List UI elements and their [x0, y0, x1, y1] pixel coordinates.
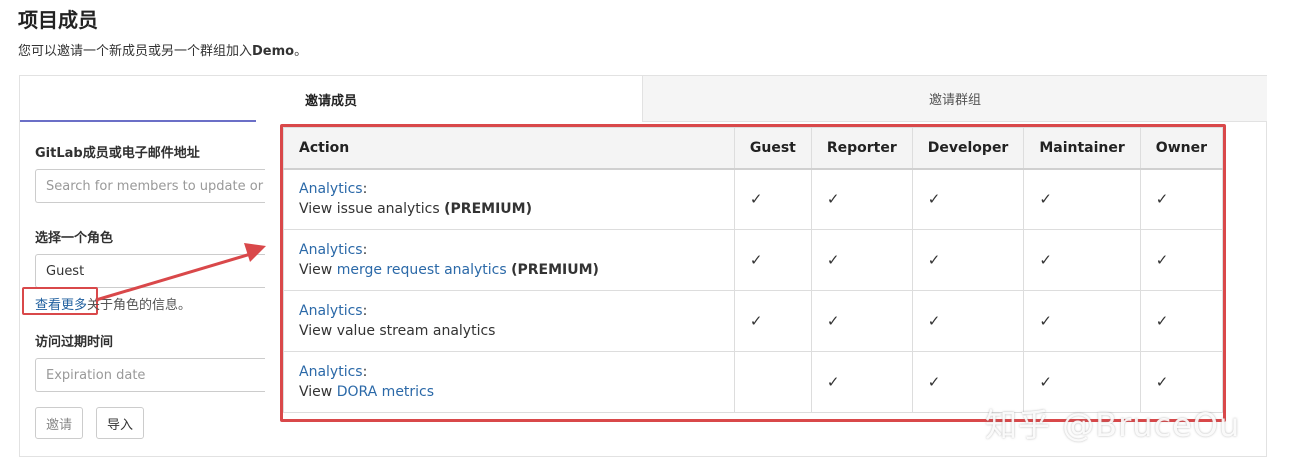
permission-cell: ✓ [911, 168, 1025, 230]
member-search-input[interactable]: Search for members to update or [35, 169, 265, 203]
page-title: 项目成员 [18, 8, 98, 32]
check-icon: ✓ [927, 373, 941, 391]
action-text: value stream analytics [336, 323, 496, 339]
header-reporter: Reporter [810, 127, 913, 170]
see-more-link[interactable]: 查看更多 [35, 298, 87, 313]
tier-badge: (PREMIUM) [444, 201, 532, 218]
check-icon: ✓ [1155, 312, 1169, 330]
check-icon: ✓ [1155, 251, 1169, 269]
role-select[interactable]: Guest [35, 254, 265, 288]
check-icon: ✓ [1155, 373, 1169, 391]
check-icon: ✓ [749, 312, 763, 330]
action-category-sep: : [362, 181, 368, 198]
import-button[interactable]: 导入 [96, 407, 145, 439]
action-cell: Analytics: View merge request analytics (… [283, 229, 735, 291]
action-cell: Analytics: View value stream analytics [283, 290, 735, 352]
permission-cell: ✓ [1023, 168, 1141, 230]
permission-cell: ✓ [1023, 290, 1141, 352]
table-row: Analytics: View value stream analytics ✓ ✓ ✓… [283, 290, 1223, 352]
action-category-sep: : [362, 242, 368, 258]
action-category-link[interactable]: Analytics [299, 303, 363, 319]
table-header-row: Action Guest Reporter Developer Maintain… [283, 127, 1223, 170]
action-doc-link[interactable]: merge request analytics [337, 262, 507, 278]
tier-badge: (PREMIUM) [511, 262, 599, 278]
tab-invite-group[interactable]: 邀请群组 [642, 76, 1267, 122]
permission-cell: ✓ [810, 351, 913, 413]
action-category-sep: : [362, 364, 368, 380]
permission-cell: ✓ [1139, 290, 1223, 352]
permission-cell: ✓ [1023, 229, 1141, 291]
action-category-link[interactable]: Analytics [299, 242, 363, 258]
check-icon: ✓ [927, 251, 941, 269]
permission-cell: ✓ [1139, 168, 1223, 230]
tab-invite-member[interactable]: 邀请成员 [20, 76, 642, 122]
page-description: 您可以邀请一个新成员或另一个群组加入Demo。 [18, 40, 307, 59]
check-icon: ✓ [1155, 190, 1169, 209]
action-prefix: View [299, 262, 337, 278]
check-icon: ✓ [927, 190, 941, 209]
header-developer: Developer [911, 127, 1025, 170]
description-suffix: 。 [294, 44, 308, 59]
action-category-link[interactable]: Analytics [299, 364, 363, 380]
check-icon: ✓ [749, 251, 763, 269]
action-cell: Analytics: View issue analytics (PREMIUM) [283, 168, 735, 230]
header-guest: Guest [733, 127, 812, 170]
check-icon: ✓ [1039, 190, 1052, 209]
permission-cell: ✓ [911, 229, 1025, 291]
check-icon: ✓ [1039, 312, 1052, 330]
table-row: Analytics: View merge request analytics (… [283, 229, 1223, 291]
check-icon: ✓ [1039, 251, 1052, 269]
invite-button[interactable]: 邀请 [35, 407, 84, 439]
permission-cell: ✓ [810, 290, 913, 352]
action-text: issue analytics [336, 201, 445, 218]
permission-cell: ✓ [810, 168, 913, 230]
permissions-table: Action Guest Reporter Developer Maintain… [283, 127, 1223, 413]
check-icon: ✓ [749, 190, 763, 209]
action-prefix: View [299, 323, 337, 339]
expiration-date-input[interactable]: Expiration date [35, 358, 265, 392]
permissions-table-wrapper: Action Guest Reporter Developer Maintain… [283, 127, 1223, 419]
permission-cell: ✓ [1139, 229, 1223, 291]
check-icon: ✓ [826, 190, 840, 209]
action-prefix: View [299, 384, 337, 400]
check-icon: ✓ [826, 312, 840, 330]
expiry-field-label: 访问过期时间 [35, 335, 114, 350]
permissions-table-body: Analytics: View issue analytics (PREMIUM)… [283, 168, 1223, 413]
project-name: Demo [252, 44, 295, 59]
check-icon: ✓ [826, 251, 840, 269]
action-doc-link[interactable]: DORA metrics [337, 384, 434, 400]
header-action: Action [283, 127, 735, 170]
table-row: Analytics: View issue analytics (PREMIUM)… [283, 168, 1223, 230]
permission-cell: ✓ [733, 229, 812, 291]
permission-cell: ✓ [733, 168, 812, 230]
permission-cell [733, 351, 812, 413]
action-cell: Analytics: View DORA metrics [283, 351, 735, 413]
check-icon: ✓ [1039, 373, 1052, 391]
description-text: 您可以邀请一个新成员或另一个群组加入 [18, 44, 253, 59]
role-field-label: 选择一个角色 [35, 231, 114, 246]
member-field-label: GitLab成员或电子邮件地址 [35, 146, 200, 161]
header-owner: Owner [1139, 127, 1223, 170]
action-category-link[interactable]: Analytics [299, 181, 363, 197]
permission-cell: ✓ [911, 290, 1025, 352]
role-help-row: 查看更多关于角色的信息。 [35, 294, 191, 313]
watermark: 知乎 @BruceOu [985, 406, 1241, 444]
check-icon: ✓ [826, 373, 840, 391]
action-prefix: View [299, 201, 337, 218]
permission-cell: ✓ [810, 229, 913, 291]
action-category-sep: : [362, 303, 368, 319]
header-maintainer: Maintainer [1023, 127, 1141, 170]
permission-cell: ✓ [733, 290, 812, 352]
check-icon: ✓ [927, 312, 941, 330]
role-help-text: 关于角色的信息。 [87, 298, 192, 313]
